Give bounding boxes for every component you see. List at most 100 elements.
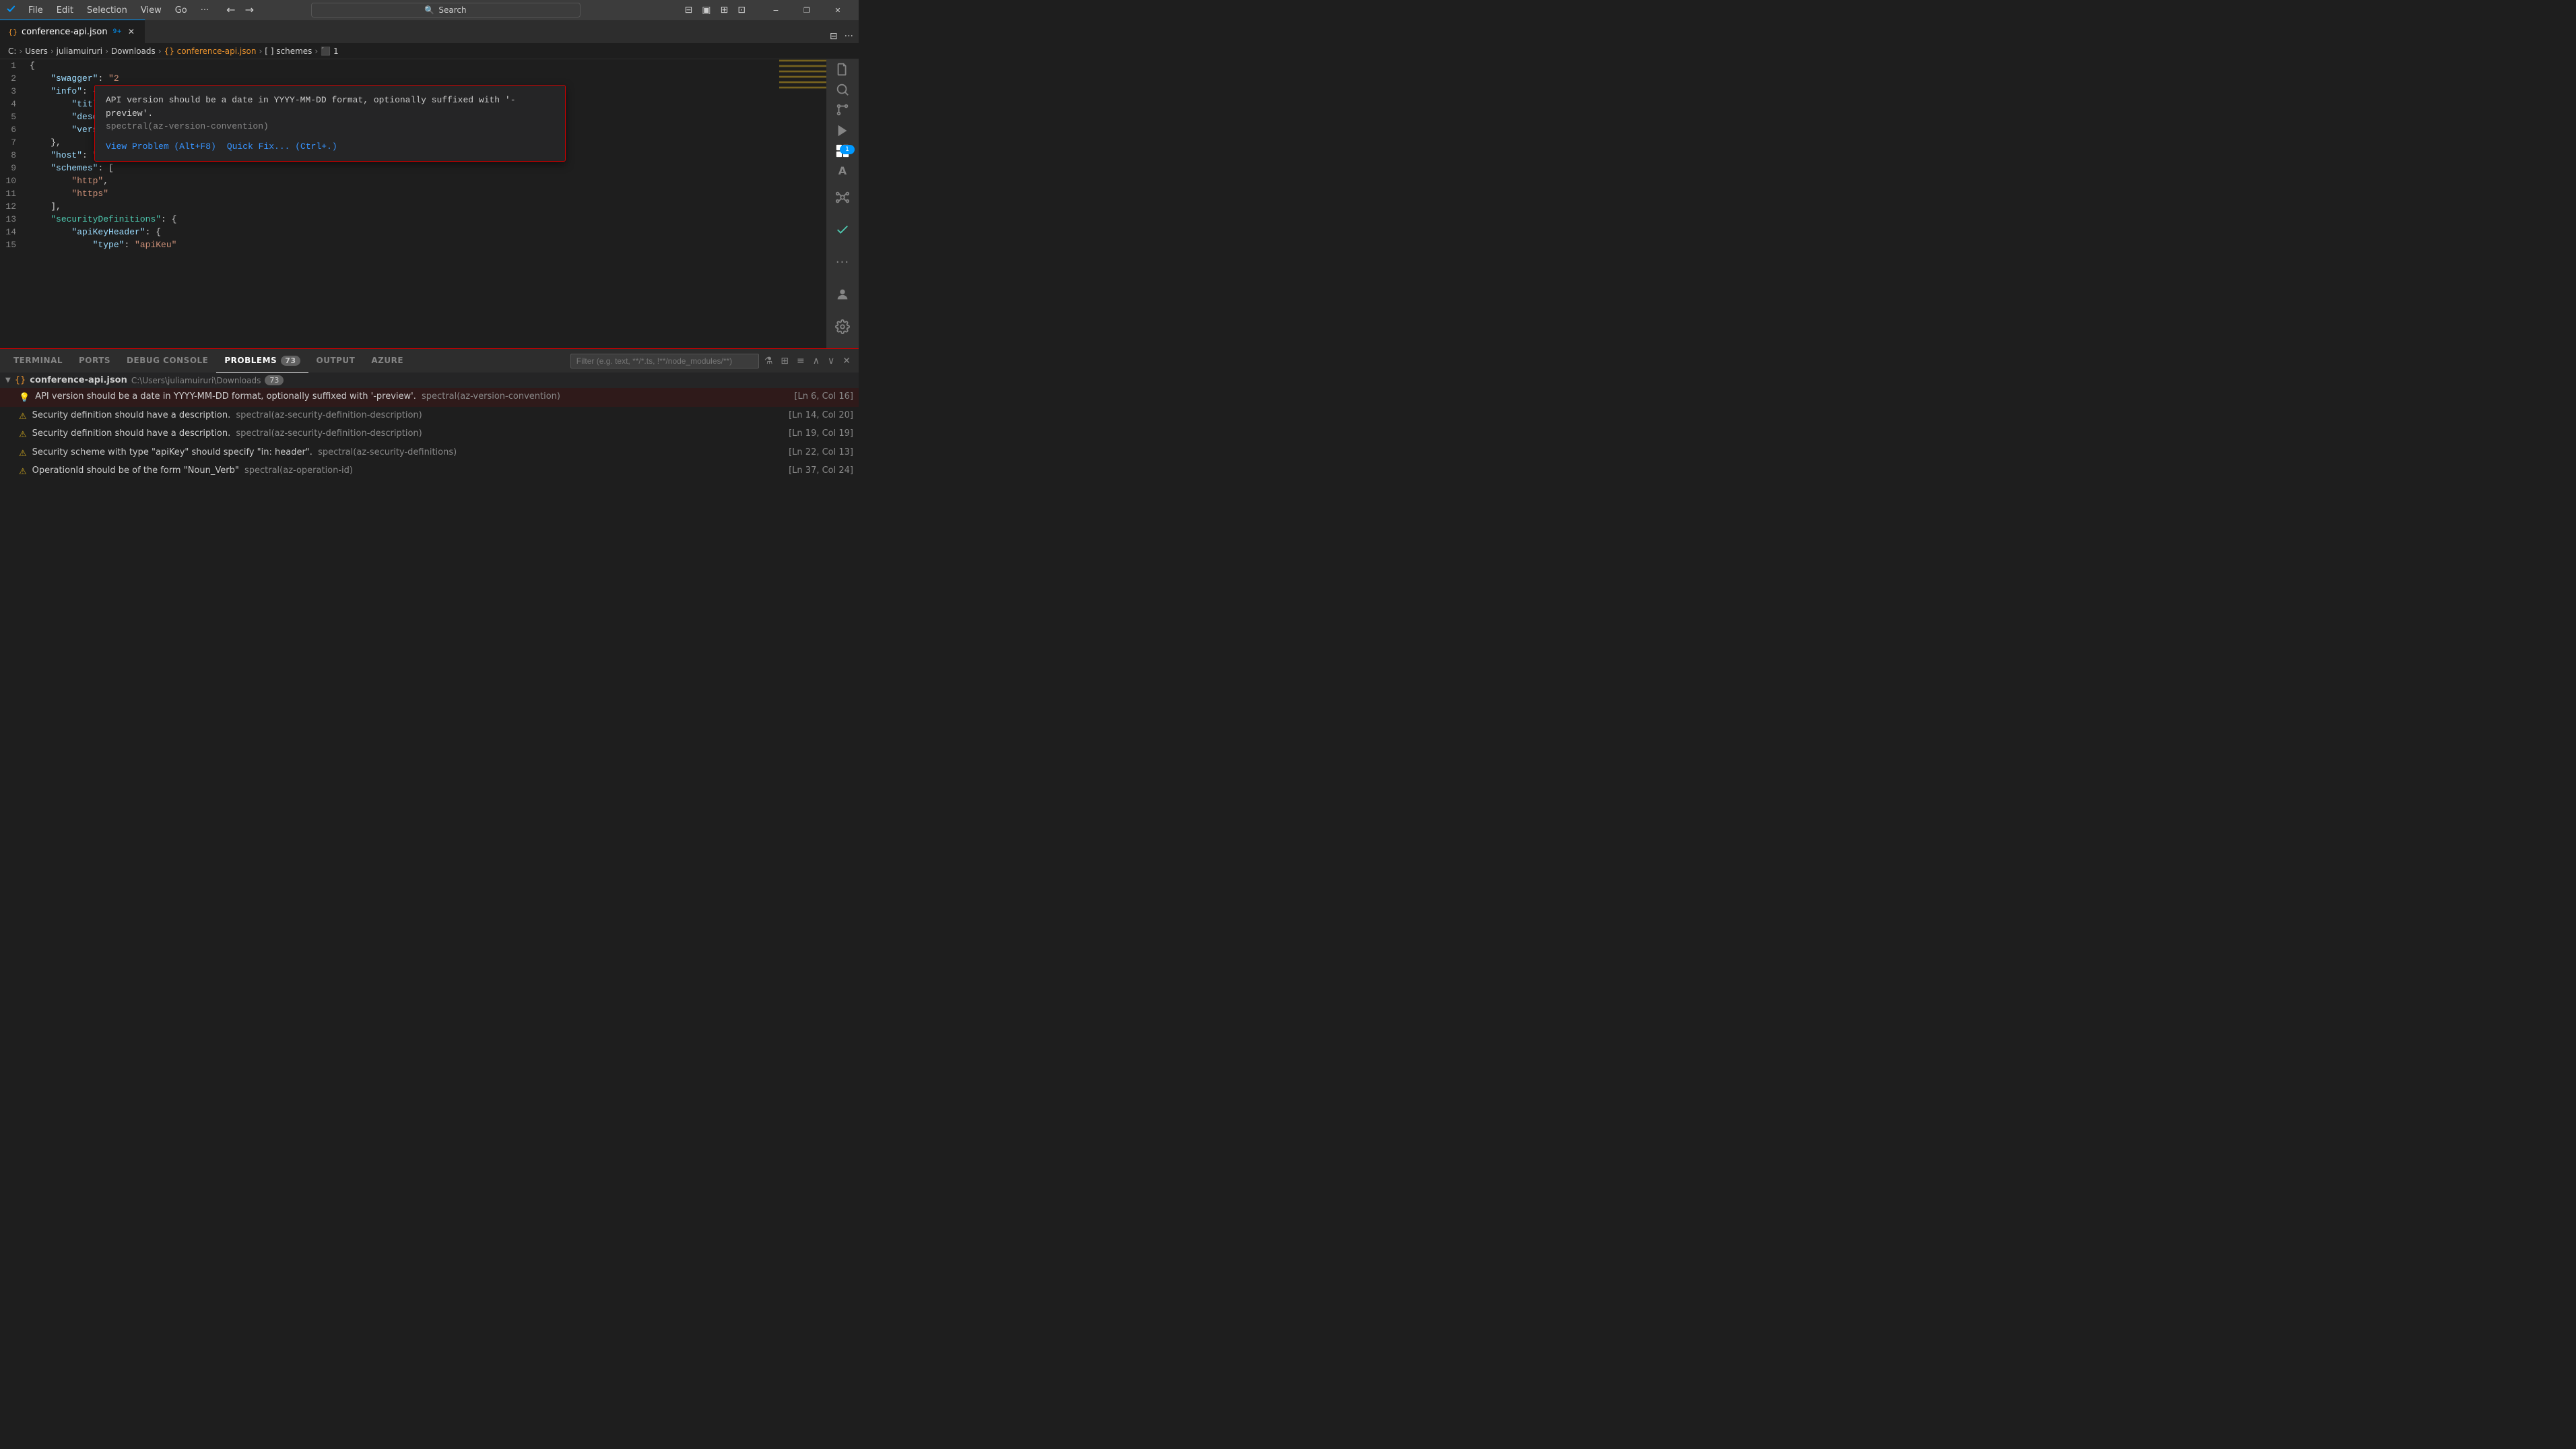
collapse-all-icon[interactable]: ⊞	[778, 354, 791, 368]
code-editor[interactable]: 1 2 3 4 5 6 7 8 9 10 11 12 13 14	[0, 59, 779, 348]
collapse-icon[interactable]: ∨	[825, 354, 837, 368]
problem-item-1[interactable]: ⚠ Security definition should have a desc…	[0, 407, 859, 426]
problem-location-4: [Ln 37, Col 24]	[789, 464, 853, 478]
minimize-button[interactable]: −	[760, 0, 791, 20]
activity-bar: A ···	[826, 59, 859, 348]
source-control-icon[interactable]	[826, 100, 859, 120]
breadcrumb-c[interactable]: C:	[8, 46, 16, 56]
search-activity-icon[interactable]	[826, 79, 859, 100]
group-file-icon: {}	[15, 375, 26, 385]
search-bar[interactable]: 🔍 Search	[311, 3, 581, 18]
view-problem-link[interactable]: View Problem (Alt+F8)	[106, 140, 216, 153]
sort-icon[interactable]: ≡	[794, 354, 807, 368]
panel-tab-bar: TERMINAL PORTS DEBUG CONSOLE PROBLEMS 73…	[0, 349, 859, 373]
tab-output[interactable]: OUTPUT	[308, 349, 364, 373]
extensions-icon[interactable]	[826, 141, 859, 161]
titlebar-menu: File Edit Selection View Go ···	[23, 4, 214, 17]
problem-item-5[interactable]: ⚠ OperationId for get on a collection sh…	[0, 481, 859, 484]
account-icon[interactable]	[826, 278, 859, 311]
breadcrumb-downloads[interactable]: Downloads	[111, 46, 156, 56]
breadcrumb-users[interactable]: Users	[25, 46, 48, 56]
files-icon[interactable]	[826, 59, 859, 79]
search-icon: 🔍	[424, 5, 434, 15]
filter-icon[interactable]: ⚗	[762, 354, 776, 368]
tab-terminal[interactable]: TERMINAL	[5, 349, 71, 373]
code-line-14: "apiKeyHeader": {	[30, 226, 779, 238]
group-filename: conference-api.json	[30, 375, 127, 385]
titlebar-action-buttons: ⊟ ▣ ⊞ ⊡	[681, 3, 750, 17]
menu-view[interactable]: View	[135, 4, 167, 17]
breadcrumb-schemes[interactable]: [ ] schemes	[265, 46, 312, 56]
warning-icon-1: ⚠	[19, 410, 27, 424]
breadcrumb: C: › Users › juliamuiruri › Downloads › …	[0, 44, 859, 59]
tab-ports[interactable]: PORTS	[71, 349, 119, 373]
problem-location-0: [Ln 6, Col 16]	[794, 390, 853, 404]
problem-item-4[interactable]: ⚠ OperationId should be of the form "Nou…	[0, 462, 859, 481]
close-panel-icon[interactable]: ✕	[840, 354, 853, 368]
problem-item-3[interactable]: ⚠ Security scheme with type "apiKey" sho…	[0, 444, 859, 463]
tab-conference-api[interactable]: {} conference-api.json 9+ ✕	[0, 20, 145, 43]
warning-icon-3: ⚠	[19, 447, 27, 461]
tab-close-button[interactable]: ✕	[126, 26, 137, 37]
code-line-9: "schemes": [	[30, 162, 779, 174]
editor-content: 1 2 3 4 5 6 7 8 9 10 11 12 13 14	[0, 59, 779, 348]
toggle-sidebar-icon[interactable]: ▣	[698, 3, 715, 17]
code-line-10: "http",	[30, 174, 779, 187]
code-line-13: "securityDefinitions": {	[30, 213, 779, 226]
warning-icon-4: ⚠	[19, 465, 27, 479]
breadcrumb-file[interactable]: {} conference-api.json	[164, 46, 257, 56]
panel-action-bar: ⚗ ⊞ ≡ ∧ ∨ ✕	[570, 354, 853, 368]
problem-text-1: Security definition should have a descri…	[32, 409, 778, 422]
breadcrumb-1[interactable]: ⬛ 1	[321, 46, 338, 56]
more-actions-icon[interactable]: ···	[842, 30, 856, 43]
settings-icon[interactable]	[826, 311, 859, 343]
menu-edit[interactable]: Edit	[51, 4, 79, 17]
problem-text-5: OperationId for get on a collection shou…	[32, 483, 778, 484]
problem-item-0[interactable]: 💡 API version should be a date in YYYY-M…	[0, 388, 859, 407]
error-actions: View Problem (Alt+F8) Quick Fix... (Ctrl…	[106, 140, 554, 153]
run-debug-icon[interactable]	[826, 121, 859, 141]
problems-list[interactable]: ▼ {} conference-api.json C:\Users\juliam…	[0, 373, 859, 483]
minimap-visual	[779, 59, 826, 348]
editor-layout-icon[interactable]: ⊟	[681, 3, 697, 17]
problem-location-2: [Ln 19, Col 19]	[789, 427, 853, 441]
menu-more[interactable]: ···	[195, 4, 214, 17]
code-line-1: {	[30, 59, 779, 72]
quick-fix-link[interactable]: Quick Fix... (Ctrl+.)	[227, 140, 337, 153]
group-chevron-icon: ▼	[5, 377, 11, 384]
network-icon[interactable]	[826, 181, 859, 214]
problem-text-2: Security definition should have a descri…	[32, 427, 778, 441]
problem-location-1: [Ln 14, Col 20]	[789, 409, 853, 422]
check-icon[interactable]	[826, 214, 859, 246]
forward-button[interactable]: →	[241, 3, 258, 17]
editor-panel-container: 1 2 3 4 5 6 7 8 9 10 11 12 13 14	[0, 59, 859, 483]
back-button[interactable]: ←	[222, 3, 239, 17]
problem-item-2[interactable]: ⚠ Security definition should have a desc…	[0, 425, 859, 444]
split-editor-icon[interactable]: ⊟	[827, 30, 840, 43]
filter-input[interactable]	[570, 354, 759, 368]
menu-file[interactable]: File	[23, 4, 48, 17]
search-label: Search	[438, 5, 466, 15]
breadcrumb-juliamuiruri[interactable]: juliamuiruri	[57, 46, 102, 56]
close-button[interactable]: ✕	[822, 0, 853, 20]
spectral-icon[interactable]: A	[826, 161, 859, 181]
tab-azure[interactable]: AZURE	[363, 349, 411, 373]
maximize-button[interactable]: ❐	[791, 0, 822, 20]
code-line-12: ],	[30, 200, 779, 213]
dots-menu-icon[interactable]: ···	[826, 246, 859, 278]
problem-location-5: [Ln 37, Col 24]	[789, 483, 853, 484]
menu-selection[interactable]: Selection	[81, 4, 133, 17]
problem-location-3: [Ln 22, Col 13]	[789, 446, 853, 459]
menu-go[interactable]: Go	[170, 4, 193, 17]
tab-problems[interactable]: PROBLEMS 73	[216, 349, 308, 373]
expand-icon[interactable]: ∧	[810, 354, 822, 368]
tab-json-icon: {}	[8, 28, 18, 36]
vscode-logo	[5, 4, 18, 16]
error-message: API version should be a date in YYYY-MM-…	[106, 94, 554, 133]
problem-group-conference-api[interactable]: ▼ {} conference-api.json C:\Users\juliam…	[0, 373, 859, 388]
error-icon: 💡	[19, 391, 30, 405]
tab-debug-console[interactable]: DEBUG CONSOLE	[119, 349, 216, 373]
tab-label: conference-api.json	[22, 27, 108, 37]
customize-layout-icon[interactable]: ⊡	[733, 3, 750, 17]
toggle-panel-icon[interactable]: ⊞	[717, 3, 733, 17]
